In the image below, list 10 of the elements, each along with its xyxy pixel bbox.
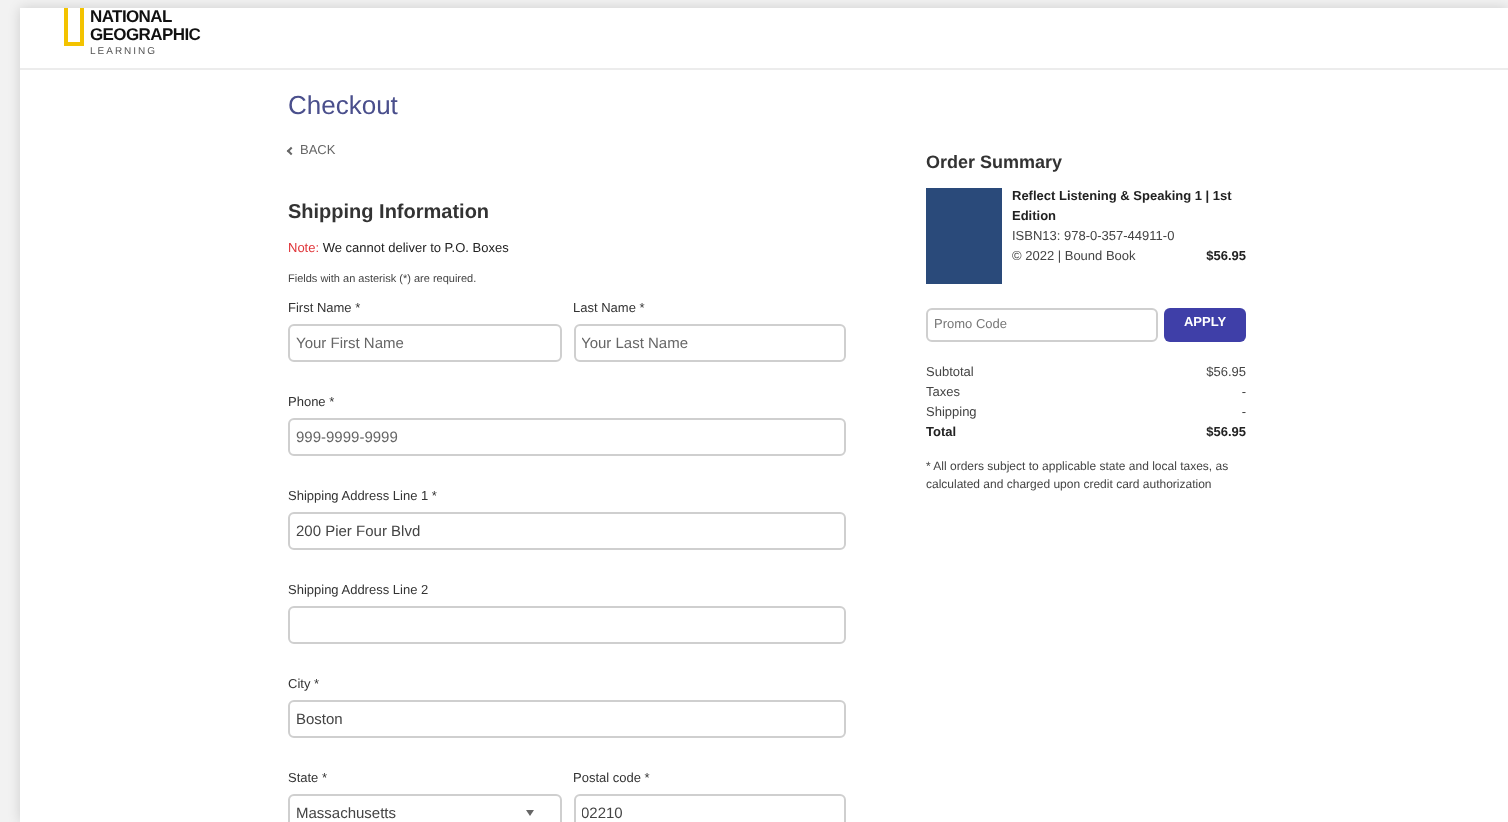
book-cover-placeholder bbox=[926, 187, 1002, 283]
logo-frame-icon bbox=[64, 8, 84, 46]
caret-icon bbox=[525, 809, 533, 816]
logo-text: GEOGRAPHIC bbox=[90, 26, 201, 44]
chevron-left-icon bbox=[286, 147, 296, 156]
logo-text: NATIONAL bbox=[90, 8, 174, 26]
section-title: Shipping Information bbox=[288, 199, 492, 228]
input-field[interactable] bbox=[288, 605, 846, 644]
page-title: Checkout bbox=[288, 90, 400, 122]
section-title: Order Summary bbox=[926, 150, 1065, 176]
